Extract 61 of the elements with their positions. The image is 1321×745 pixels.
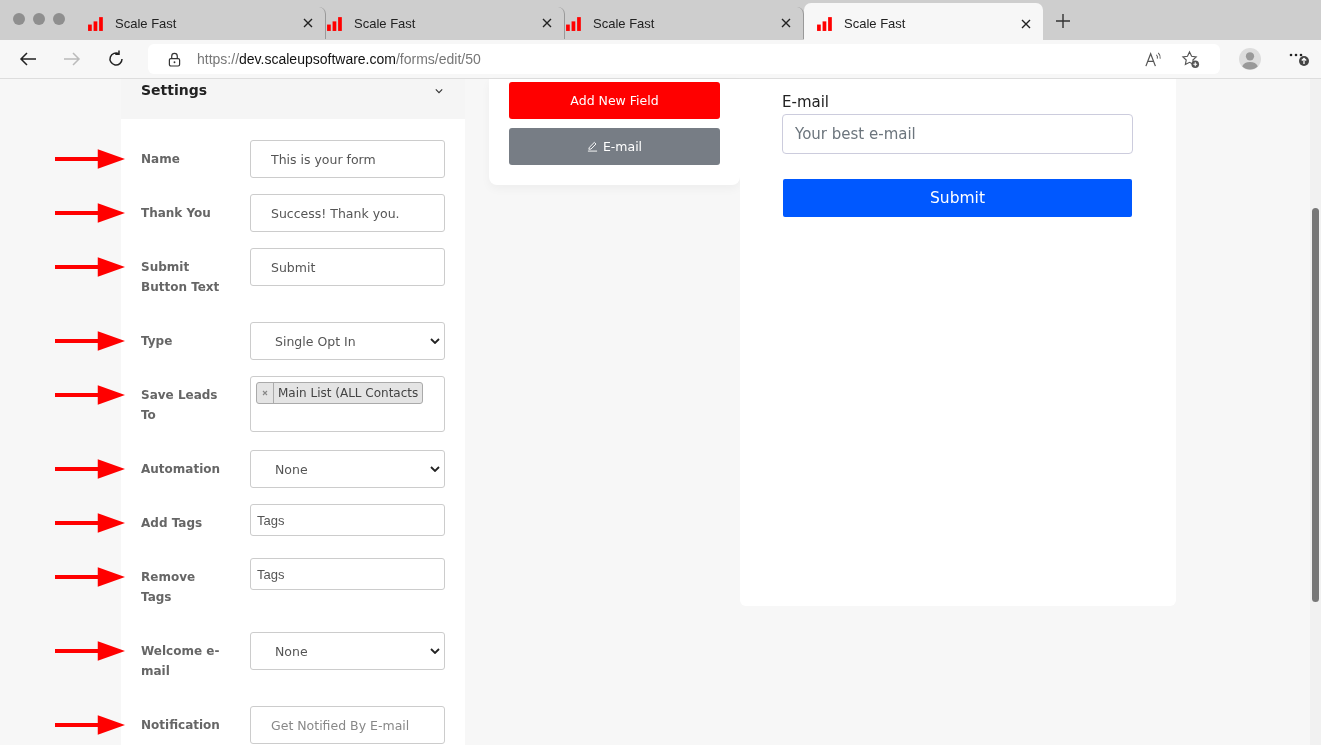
arrow-icon (55, 257, 125, 277)
field-label: Add Tags (141, 515, 204, 532)
chevron-down-icon (430, 338, 440, 344)
arrow-icon (55, 385, 125, 405)
field-label: Automation (141, 461, 222, 478)
close-icon[interactable] (1021, 18, 1031, 29)
read-aloud-icon[interactable] (1144, 49, 1163, 69)
browser-tab[interactable]: Scale Fast (326, 7, 565, 39)
close-icon[interactable] (303, 18, 313, 28)
browser-tab[interactable]: Scale Fast (804, 3, 1043, 40)
chevron-down-icon (430, 466, 440, 472)
reload-icon[interactable] (106, 49, 126, 69)
favorite-star-icon[interactable] (1181, 49, 1200, 69)
pencil-icon (586, 141, 598, 152)
arrow-icon (55, 715, 125, 735)
chevron-down-icon (430, 648, 440, 654)
tags-input-field[interactable]: Tags (250, 504, 445, 536)
list-tag: Main List (ALL Contacts (256, 382, 424, 404)
close-icon[interactable] (781, 18, 791, 28)
tags-input-field[interactable]: Tags (250, 558, 445, 590)
scrollbar-thumb[interactable] (1312, 208, 1319, 602)
lock-icon (168, 51, 181, 67)
field-label: Notification (141, 717, 221, 734)
select-dropdown[interactable]: Single Opt In (250, 322, 445, 360)
chevron-down-icon (435, 88, 443, 94)
bar-chart-icon (565, 15, 582, 31)
arrow-icon (55, 641, 125, 661)
input-field[interactable]: Submit (250, 248, 445, 286)
field-label: E-mail (782, 93, 831, 111)
field-label: Welcome e-mail (141, 643, 221, 680)
address-bar[interactable]: https://dev.scaleupsoftware.com/forms/edit/50 (148, 44, 1220, 74)
field-label: Name (141, 151, 181, 168)
url-text: https://dev.scaleupsoftware.com/forms/edit/50 (197, 51, 481, 67)
arrow-icon (55, 513, 125, 533)
arrow-icon (55, 331, 125, 351)
submit-button[interactable]: Submit (783, 179, 1132, 217)
multi-select-field[interactable]: Main List (ALL Contacts (250, 376, 445, 432)
field-label: Thank You (141, 205, 212, 222)
bar-chart-icon (816, 16, 833, 31)
input-field[interactable]: Get Notified By E-mail (250, 706, 445, 744)
new-tab-icon[interactable] (1055, 13, 1071, 29)
field-label: Type (141, 333, 174, 350)
arrow-icon (55, 567, 125, 587)
select-dropdown[interactable]: None (250, 632, 445, 670)
profile-avatar-icon[interactable] (1239, 48, 1261, 70)
field-button[interactable]: E-mail (509, 128, 720, 165)
bar-chart-icon (326, 15, 343, 31)
email-input-field[interactable]: Your best e-mail (782, 114, 1133, 154)
input-field[interactable]: Success! Thank you. (250, 194, 445, 232)
select-dropdown[interactable]: None (250, 450, 445, 488)
field-label: Submit Button Text (141, 259, 221, 296)
arrow-icon (55, 149, 125, 169)
browser-tab[interactable]: Scale Fast (87, 7, 326, 39)
input-field[interactable]: This is your form (250, 140, 445, 178)
arrow-icon (55, 203, 125, 223)
field-label: Remove Tags (141, 569, 197, 606)
close-icon[interactable] (542, 18, 552, 28)
arrow-icon (55, 459, 125, 479)
field-label: Save Leads To (141, 387, 219, 424)
add-field-button[interactable]: Add New Field (509, 82, 720, 119)
bar-chart-icon (87, 15, 104, 31)
